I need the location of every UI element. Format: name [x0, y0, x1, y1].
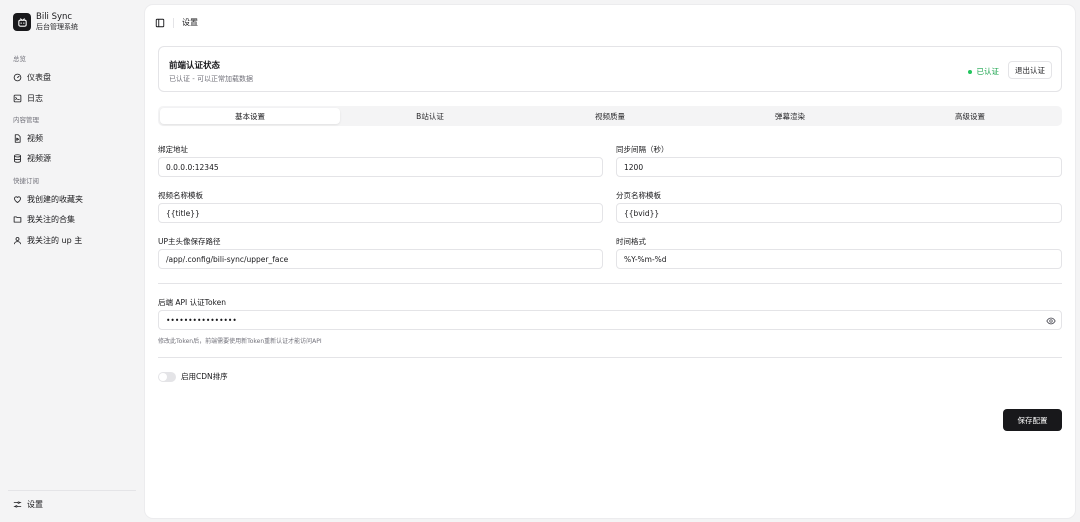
- group-label-overview: 总览: [13, 55, 26, 63]
- sidebar-item-label: 我创建的收藏夹: [27, 194, 83, 204]
- sync-interval-label: 同步间隔（秒）: [616, 145, 669, 154]
- auth-description: 已认证 - 可以正常加载数据: [169, 75, 253, 83]
- sidebar-item-videos[interactable]: 视频: [13, 131, 43, 145]
- upper-face-path-input[interactable]: /app/.config/bili-sync/upper_face: [158, 249, 603, 269]
- user-icon: [14, 236, 21, 244]
- cdn-sort-toggle[interactable]: [158, 372, 176, 382]
- sidebar-item-label: 仪表盘: [27, 72, 51, 82]
- sidebar-item-collections[interactable]: 我关注的合集: [13, 212, 75, 226]
- sidebar-toggle-icon[interactable]: [155, 18, 165, 28]
- auth-status-text: 已认证: [976, 67, 1000, 76]
- group-label-content: 内容管理: [13, 116, 39, 124]
- folder-icon: [13, 215, 22, 223]
- topbar-separator: [173, 17, 174, 28]
- eye-icon[interactable]: [1046, 316, 1056, 326]
- database-icon: [14, 153, 21, 163]
- status-dot-icon: [967, 69, 972, 74]
- video-name-template-input[interactable]: {{title}}: [158, 203, 603, 223]
- auth-token-wrapper: ••••••••••••••••: [158, 310, 1062, 330]
- sidebar-item-uploaders[interactable]: 我关注的 up 主: [13, 233, 82, 247]
- tab-bilibili-auth[interactable]: B站认证: [340, 108, 520, 124]
- auth-token-label: 后端 API 认证Token: [158, 298, 226, 307]
- group-label-subscriptions: 快捷订阅: [13, 177, 39, 185]
- settings-tabs: 基本设置 B站认证 视频质量 弹幕渲染 高级设置: [158, 106, 1062, 126]
- toggle-knob: [159, 373, 167, 381]
- auth-status-badge: 已认证: [967, 66, 1000, 77]
- brand-subtitle: 后台管理系统: [36, 23, 78, 31]
- upper-face-path-label: UP主头像保存路径: [158, 237, 221, 246]
- auth-title: 前端认证状态: [169, 61, 221, 71]
- breadcrumb: 设置: [182, 18, 198, 27]
- sidebar-item-video-sources[interactable]: 视频源: [13, 151, 51, 165]
- sidebar-divider: [8, 490, 136, 491]
- file-video-icon: [14, 133, 21, 143]
- video-name-template-label: 视频名称模板: [158, 191, 203, 200]
- sliders-icon: [13, 500, 22, 508]
- sidebar-item-label: 我关注的 up 主: [27, 235, 83, 245]
- page-name-template-label: 分页名称模板: [616, 191, 661, 200]
- sidebar-item-label: 视频: [27, 133, 43, 143]
- brand-name: Bili Sync: [36, 12, 73, 22]
- heart-icon: [14, 195, 21, 203]
- terminal-icon: [13, 94, 22, 102]
- sidebar-item-dashboard[interactable]: 仪表盘: [13, 70, 51, 84]
- time-format-input[interactable]: %Y-%m-%d: [616, 249, 1062, 269]
- brand-logo-icon: [13, 13, 31, 31]
- cdn-sort-label: 启用CDN排序: [181, 372, 228, 381]
- tab-danmaku[interactable]: 弹幕渲染: [700, 108, 880, 124]
- sidebar-item-label: 我关注的合集: [27, 214, 75, 224]
- page-name-template-input[interactable]: {{bvid}}: [616, 203, 1062, 223]
- sync-interval-input[interactable]: 1200: [616, 157, 1062, 177]
- tab-video-quality[interactable]: 视频质量: [520, 108, 700, 124]
- time-format-label: 时间格式: [616, 237, 646, 246]
- auth-status-card: 前端认证状态 已认证 - 可以正常加载数据 已认证 退出认证: [158, 46, 1062, 92]
- section-divider: [158, 283, 1062, 284]
- gauge-icon: [13, 73, 22, 81]
- sidebar: Bili Sync 后台管理系统 总览 仪表盘 日志 内容管理 视频 视频源 快…: [0, 0, 145, 522]
- topbar: 设置: [155, 17, 198, 28]
- token-hint: 修改此Token后，前端需要使用新Token重新认证才能访问API: [158, 338, 322, 345]
- tab-advanced[interactable]: 高级设置: [880, 108, 1060, 124]
- sidebar-item-favorites[interactable]: 我创建的收藏夹: [13, 192, 83, 206]
- sidebar-item-label: 日志: [27, 93, 43, 103]
- sidebar-item-label: 视频源: [27, 153, 51, 163]
- save-config-button[interactable]: 保存配置: [1003, 409, 1062, 431]
- sidebar-item-label: 设置: [27, 499, 43, 509]
- logout-button[interactable]: 退出认证: [1008, 61, 1052, 79]
- main-panel: 设置 前端认证状态 已认证 - 可以正常加载数据 已认证 退出认证 基本设置 B…: [145, 5, 1075, 518]
- sidebar-item-settings[interactable]: 设置: [13, 497, 43, 511]
- brand[interactable]: Bili Sync 后台管理系统: [13, 12, 78, 32]
- bind-address-label: 绑定地址: [158, 145, 188, 154]
- auth-token-input[interactable]: ••••••••••••••••: [166, 316, 237, 325]
- bind-address-input[interactable]: 0.0.0.0:12345: [158, 157, 603, 177]
- section-divider: [158, 357, 1062, 358]
- sidebar-item-logs[interactable]: 日志: [13, 91, 43, 105]
- tab-basic[interactable]: 基本设置: [160, 108, 340, 124]
